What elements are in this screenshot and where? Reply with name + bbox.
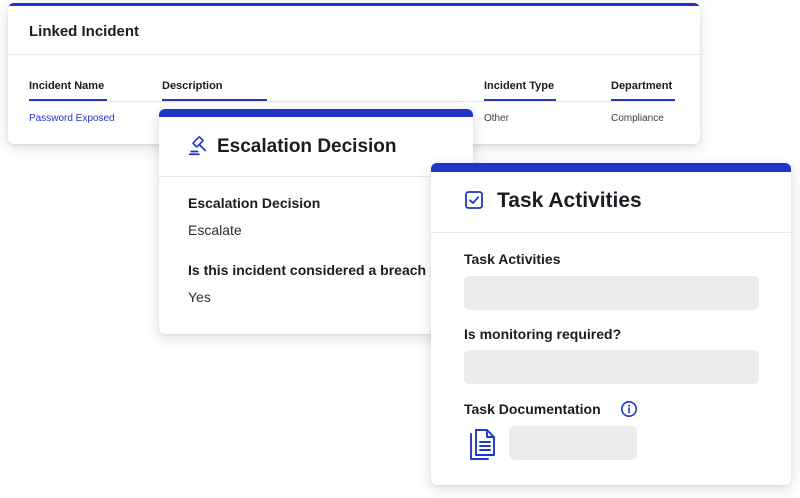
column-underline-incident-name [29,99,107,101]
task-activities-label: Task Activities [464,251,561,267]
escalation-title: Escalation Decision [217,136,397,157]
department-cell: Compliance [611,113,664,124]
task-title: Task Activities [497,189,642,212]
linked-incident-title: Linked Incident [29,23,140,40]
info-icon[interactable] [620,400,638,418]
escalation-header: Escalation Decision [159,117,473,177]
escalation-decision-value: Escalate [188,222,242,238]
gavel-icon [188,136,207,156]
column-underline-description [162,99,267,101]
incident-type-cell: Other [484,113,510,124]
column-header-incident-name[interactable]: Incident Name [29,80,104,92]
task-activities-field[interactable] [464,276,759,310]
monitoring-required-label: Is monitoring required? [464,326,622,342]
column-header-description[interactable]: Description [162,80,223,92]
document-icon[interactable] [468,428,498,462]
task-header: Task Activities [431,172,791,233]
task-documentation-label: Task Documentation [464,401,601,417]
escalation-decision-card: Escalation Decision Escalation Decision … [159,109,473,334]
column-header-department[interactable]: Department [611,80,672,92]
linked-incident-header: Linked Incident [8,6,700,55]
incident-name-link[interactable]: Password Exposed [29,113,115,124]
task-activities-card: Task Activities Task Activities Is monit… [431,163,791,485]
monitoring-required-field[interactable] [464,350,759,384]
breach-question-value: Yes [188,289,211,305]
column-header-incident-type[interactable]: Incident Type [484,80,554,92]
escalation-decision-label: Escalation Decision [188,195,321,211]
checkbox-icon [465,191,483,209]
column-underline-incident-type [484,99,556,101]
breach-question-label: Is this incident considered a breach [188,262,427,278]
column-underline-department [611,99,675,101]
header-divider [29,101,676,102]
task-documentation-field[interactable] [509,426,637,460]
